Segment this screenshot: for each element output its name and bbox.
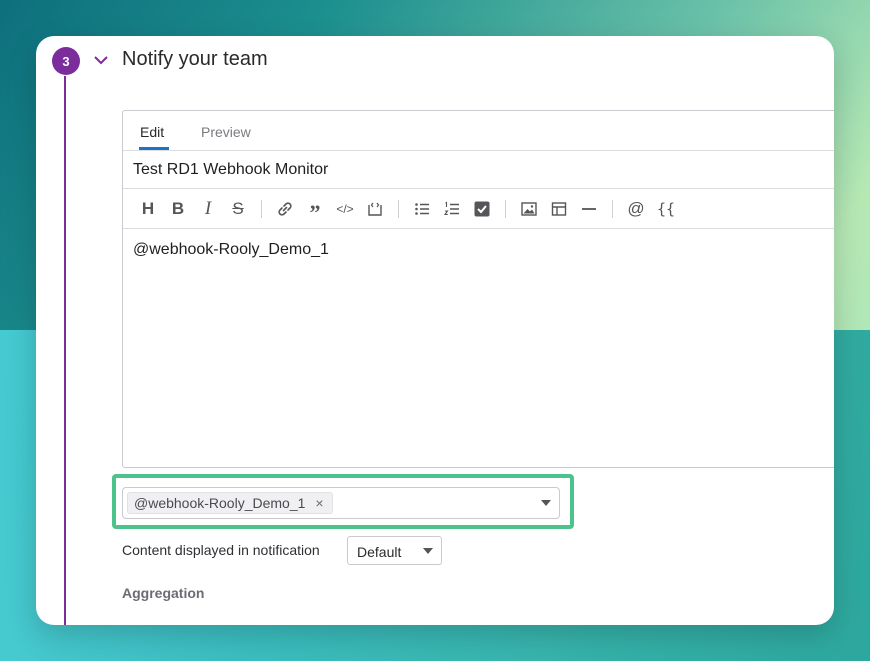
tab-edit[interactable]: Edit [140, 124, 164, 140]
section-title: Notify your team [122, 48, 268, 70]
table-icon[interactable] [544, 194, 574, 224]
editor-tabs: Edit Preview [123, 111, 834, 151]
code-button[interactable]: </> [330, 194, 360, 224]
strikethrough-button[interactable]: S [223, 194, 253, 224]
mention-button[interactable]: @ [621, 194, 651, 224]
code-block-icon[interactable] [360, 194, 390, 224]
editor-toolbar: H B I S ” </> @ {{ [123, 189, 834, 229]
tab-preview[interactable]: Preview [201, 124, 251, 140]
content-displayed-select[interactable]: Default [347, 536, 442, 565]
numbered-list-icon[interactable] [437, 194, 467, 224]
toolbar-divider [398, 199, 399, 218]
message-editor: Edit Preview Test RD1 Webhook Monitor H … [122, 110, 834, 468]
toolbar-divider [505, 199, 506, 218]
recipient-chip-label: @webhook-Rooly_Demo_1 [134, 495, 306, 511]
step-connector-line [64, 76, 66, 625]
remove-chip-icon[interactable]: × [315, 495, 323, 511]
toolbar-divider [261, 199, 262, 218]
content-displayed-value: Default [357, 544, 402, 560]
toolbar-divider [612, 199, 613, 218]
quote-button[interactable]: ” [300, 194, 330, 225]
active-tab-indicator [139, 147, 169, 150]
dropdown-arrow-icon[interactable] [541, 500, 551, 506]
notify-card: 3 Notify your team Edit Preview Test RD1… [36, 36, 834, 625]
dropdown-arrow-icon [423, 548, 433, 554]
bullet-list-icon[interactable] [407, 194, 437, 224]
recipient-chip: @webhook-Rooly_Demo_1 × [127, 492, 333, 514]
message-body-textarea[interactable]: @webhook-Rooly_Demo_1 [123, 229, 834, 271]
notification-title-input[interactable]: Test RD1 Webhook Monitor [123, 151, 834, 189]
chevron-down-icon[interactable] [92, 51, 110, 69]
aggregation-heading: Aggregation [122, 585, 205, 601]
heading-button[interactable]: H [133, 194, 163, 224]
recipients-select[interactable]: @webhook-Rooly_Demo_1 × [122, 487, 560, 519]
horizontal-rule-icon[interactable] [574, 194, 604, 224]
image-icon[interactable] [514, 194, 544, 224]
italic-button[interactable]: I [193, 194, 223, 224]
link-icon[interactable] [270, 194, 300, 224]
checkbox-list-icon[interactable] [467, 194, 497, 224]
content-displayed-label: Content displayed in notification [122, 542, 320, 558]
template-variable-button[interactable]: {{ [651, 194, 681, 224]
step-number-badge: 3 [52, 47, 80, 75]
bold-button[interactable]: B [163, 194, 193, 224]
